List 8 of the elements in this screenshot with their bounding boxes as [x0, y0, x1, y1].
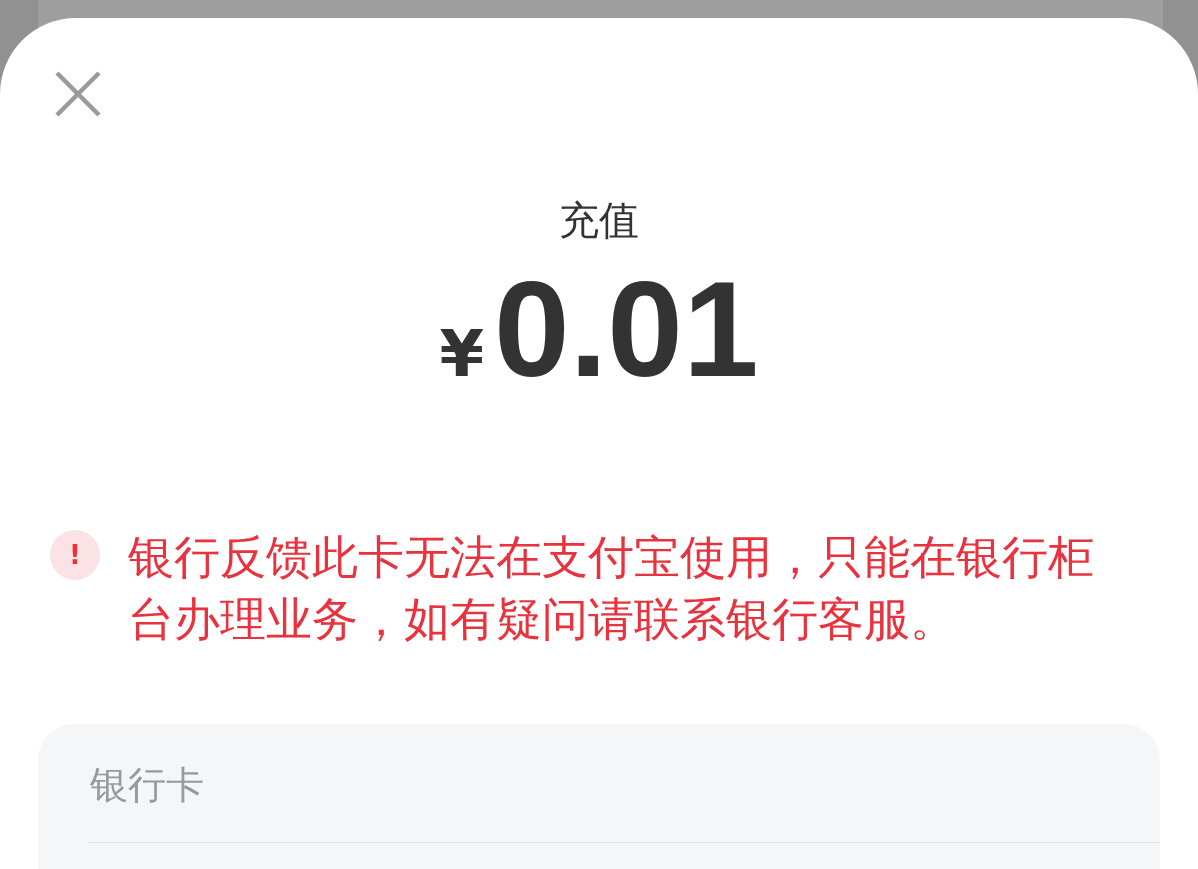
payment-method-label: 银行卡 — [90, 762, 205, 809]
amount-value: 0.01 — [493, 254, 759, 404]
warning-message: 银行反馈此卡无法在支付宝使用，只能在银行柜台办理业务，如有疑问请联系银行客服。 — [128, 529, 1095, 648]
payment-card[interactable]: 银行卡 — [38, 724, 1160, 869]
currency-symbol: ¥ — [439, 317, 484, 391]
sheet-title: 充值 — [558, 196, 640, 245]
close-icon[interactable] — [54, 70, 102, 118]
warning-icon: ! — [50, 530, 100, 580]
